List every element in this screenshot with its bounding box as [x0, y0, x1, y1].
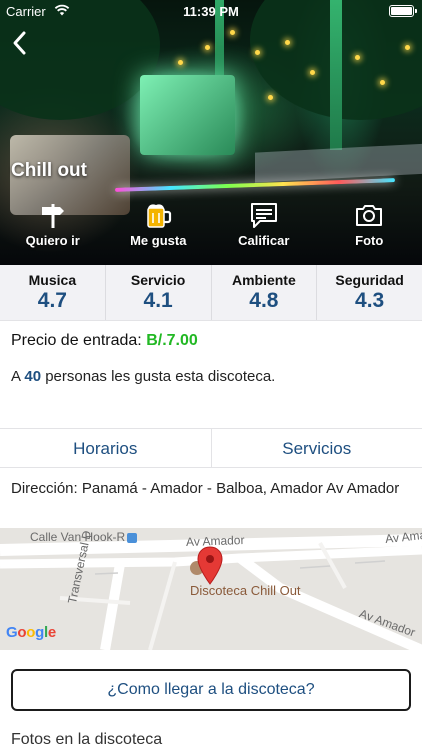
- likes-summary: A 40 personas les gusta esta discoteca.: [11, 368, 275, 385]
- chevron-left-icon: [13, 31, 26, 55]
- rating-label: Musica: [28, 272, 77, 288]
- battery-icon: [389, 5, 417, 17]
- hero-roof: [255, 143, 422, 183]
- info-tabs: Horarios Servicios: [0, 428, 422, 468]
- rating-security: Seguridad 4.3: [317, 265, 422, 320]
- google-logo: Google: [6, 624, 56, 641]
- map-pin-icon[interactable]: [196, 546, 224, 586]
- string-light: [380, 80, 385, 85]
- price-amount: B/.7.00: [146, 332, 198, 349]
- beer-mug-icon: [147, 204, 172, 228]
- photo-button[interactable]: Foto: [317, 200, 422, 258]
- string-light: [230, 30, 235, 35]
- tab-servicios[interactable]: Servicios: [212, 429, 422, 467]
- string-light: [255, 50, 260, 55]
- back-button[interactable]: [6, 28, 36, 58]
- likes-suffix: personas les gusta esta discoteca.: [45, 368, 276, 385]
- want-to-go-button[interactable]: Quiero ir: [0, 200, 106, 258]
- status-bar: Carrier 11:39 PM: [0, 0, 422, 22]
- venue-name: Chill out: [11, 160, 87, 181]
- rating-ambience: Ambiente 4.8: [212, 265, 318, 320]
- bus-stop-icon: [127, 533, 137, 543]
- venue-hero-image: Carrier 11:39 PM Chill out Quiero ir Me …: [0, 0, 422, 265]
- hero-neon-sign: [140, 75, 235, 155]
- rate-button[interactable]: Calificar: [211, 200, 317, 258]
- like-label: Me gusta: [130, 233, 187, 248]
- string-light: [205, 45, 210, 50]
- rating-service: Servicio 4.1: [106, 265, 212, 320]
- tab-horarios[interactable]: Horarios: [0, 429, 212, 467]
- string-light: [355, 55, 360, 60]
- string-light: [268, 95, 273, 100]
- location-map[interactable]: Calle Van Hook-R Av Amador Av Amador Av …: [0, 528, 422, 650]
- rating-music: Musica 4.7: [0, 265, 106, 320]
- rating-value: 4.8: [249, 289, 279, 312]
- string-light: [285, 40, 290, 45]
- rating-value: 4.3: [355, 289, 385, 312]
- price-label: Precio de entrada:: [11, 332, 142, 349]
- action-bar: Quiero ir Me gusta Calificar Foto: [0, 200, 422, 258]
- string-light: [310, 70, 315, 75]
- want-to-go-label: Quiero ir: [25, 233, 80, 248]
- venue-address: Dirección: Panamá - Amador - Balboa, Ama…: [11, 480, 400, 497]
- hero-pillar: [330, 0, 342, 150]
- like-button[interactable]: Me gusta: [106, 200, 212, 258]
- string-light: [405, 45, 410, 50]
- signpost-icon: [41, 204, 64, 228]
- likes-prefix: A: [11, 368, 21, 385]
- comment-icon: [250, 203, 277, 228]
- ratings-bar: Musica 4.7 Servicio 4.1 Ambiente 4.8 Seg…: [0, 265, 422, 321]
- rating-label: Seguridad: [335, 272, 404, 288]
- entry-price: Precio de entrada: B/.7.00: [11, 332, 198, 350]
- likes-count: 40: [24, 368, 42, 385]
- photo-label: Foto: [355, 233, 384, 248]
- clock: 11:39 PM: [183, 4, 239, 19]
- string-light: [178, 60, 183, 65]
- rating-value: 4.7: [37, 289, 67, 312]
- rating-label: Ambiente: [231, 272, 296, 288]
- rating-value: 4.1: [143, 289, 173, 312]
- rate-label: Calificar: [238, 233, 290, 248]
- directions-button[interactable]: ¿Como llegar a la discoteca?: [11, 669, 411, 711]
- photos-section-title: Fotos en la discoteca: [11, 731, 163, 748]
- rating-label: Servicio: [130, 272, 186, 288]
- camera-icon: [356, 205, 383, 226]
